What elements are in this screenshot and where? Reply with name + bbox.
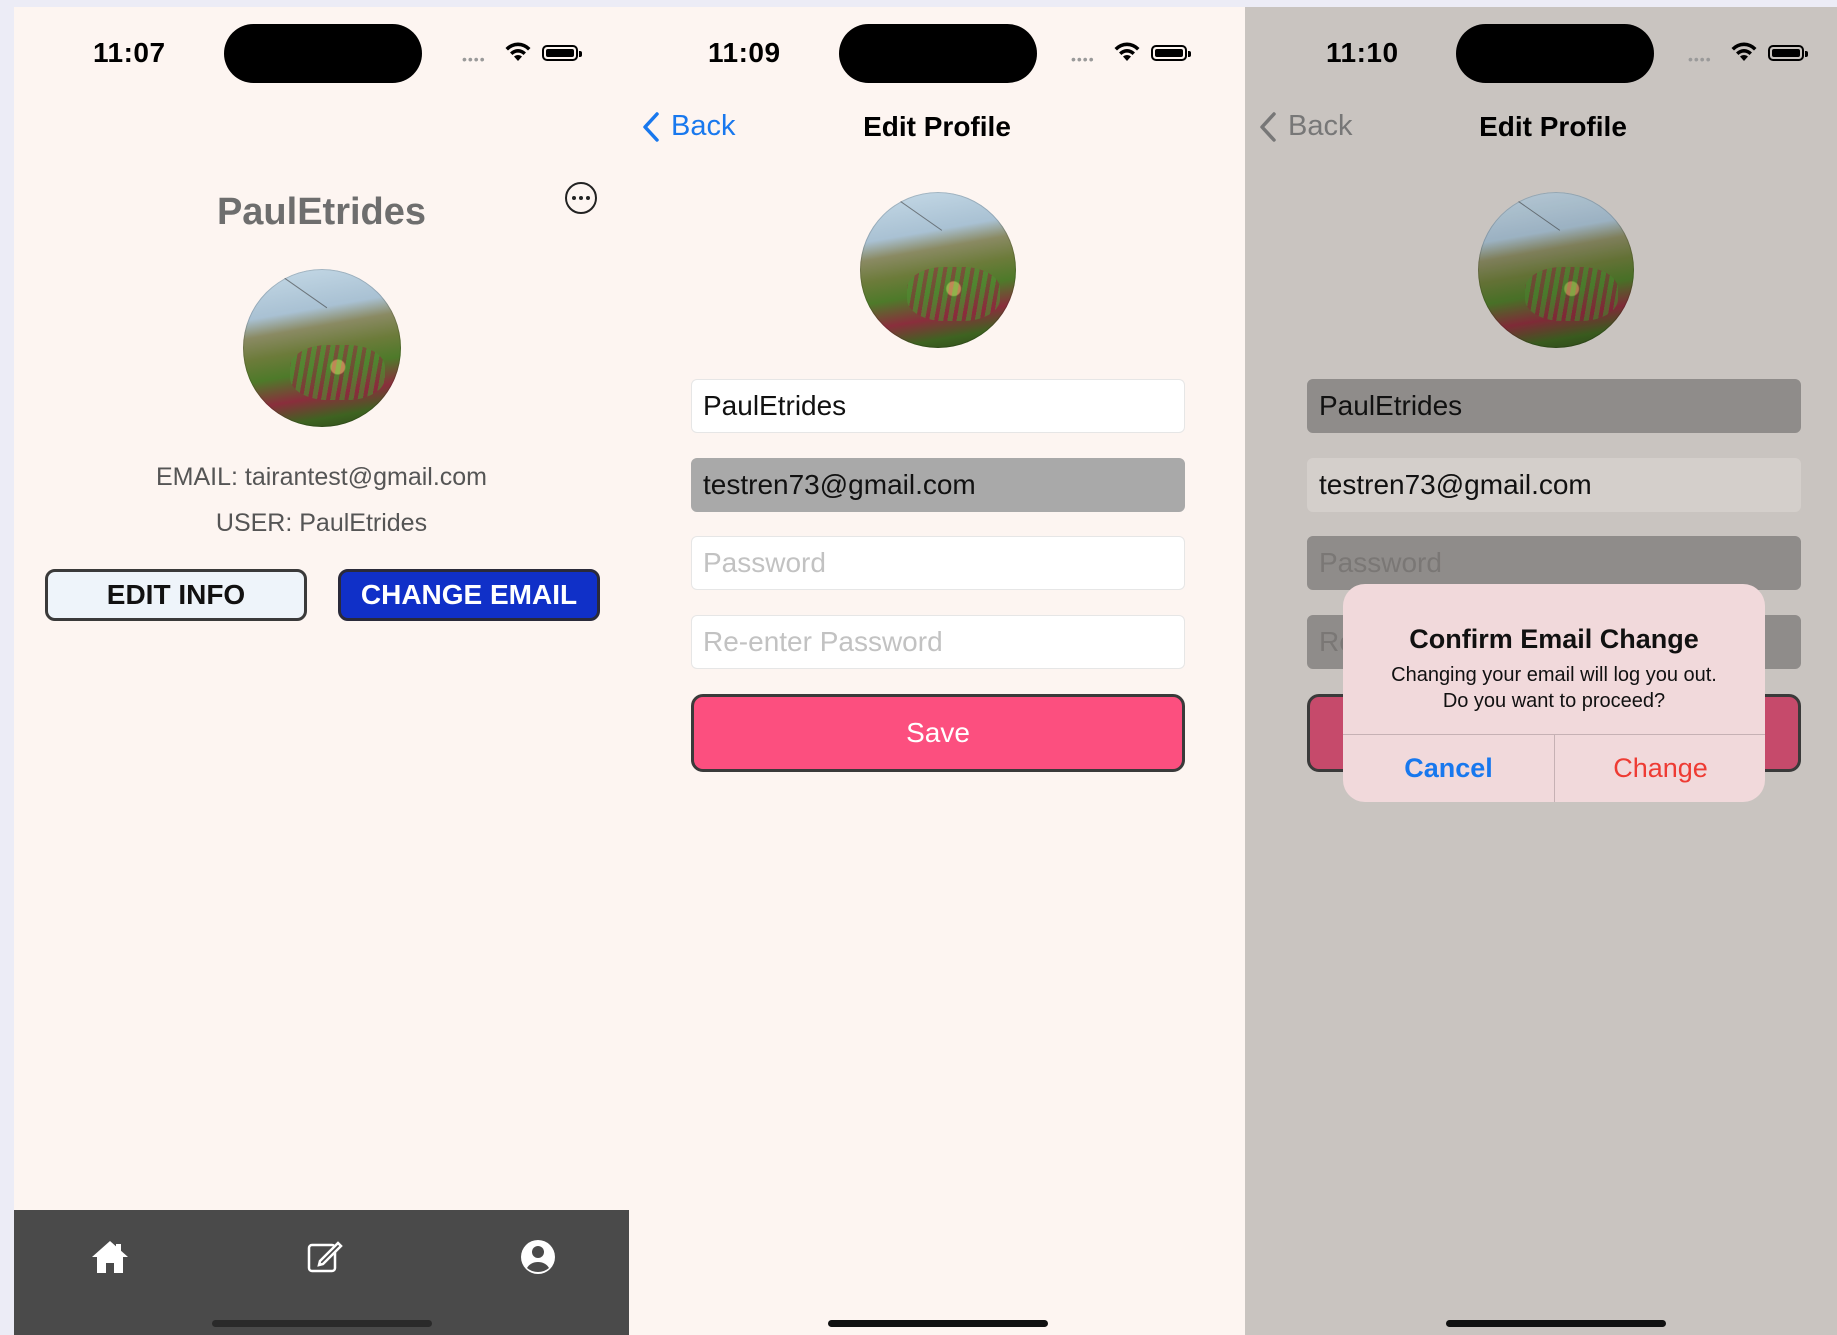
status-icons: •••• bbox=[1688, 42, 1818, 67]
profile-icon bbox=[521, 1240, 555, 1274]
username-field[interactable]: PaulEtrides bbox=[1307, 379, 1801, 433]
reenter-password-field[interactable]: Re-enter Password bbox=[691, 615, 1185, 669]
compose-icon bbox=[307, 1241, 343, 1273]
username-field[interactable]: PaulEtrides bbox=[691, 379, 1185, 433]
tab-profile[interactable] bbox=[516, 1235, 560, 1279]
dialog-title: Confirm Email Change bbox=[1409, 624, 1699, 654]
home-indicator bbox=[212, 1320, 432, 1327]
password-field[interactable]: Password bbox=[691, 536, 1185, 590]
status-icons: •••• bbox=[1071, 42, 1201, 67]
wifi-icon bbox=[505, 42, 531, 61]
status-time: 11:10 bbox=[1326, 37, 1399, 68]
status-time: 11:07 bbox=[93, 37, 166, 68]
avatar bbox=[1478, 192, 1634, 348]
change-email-button[interactable]: CHANGE EMAIL bbox=[338, 569, 600, 621]
battery-icon bbox=[1151, 45, 1191, 61]
page-title: Edit Profile bbox=[863, 111, 1011, 142]
avatar bbox=[860, 192, 1016, 348]
email-info: EMAIL: tairantest@gmail.com bbox=[155, 463, 488, 491]
edit-info-button[interactable]: EDIT INFO bbox=[45, 569, 307, 621]
wifi-icon bbox=[1731, 42, 1757, 61]
tab-bar bbox=[14, 1210, 629, 1335]
dynamic-island bbox=[224, 24, 422, 83]
signal-icon: •••• bbox=[1688, 51, 1712, 67]
home-indicator bbox=[1446, 1320, 1666, 1327]
status-icons: •••• bbox=[462, 42, 592, 67]
profile-screen: 11:07 •••• PaulEtrides EMAIL: tairantest… bbox=[14, 7, 629, 1335]
save-button[interactable]: Save bbox=[691, 694, 1185, 772]
signal-icon: •••• bbox=[462, 51, 486, 67]
home-indicator bbox=[828, 1320, 1048, 1327]
tab-home[interactable] bbox=[88, 1235, 132, 1279]
home-icon bbox=[92, 1241, 128, 1273]
confirm-dialog: Confirm Email Change Changing your email… bbox=[1343, 584, 1765, 802]
more-options-button[interactable] bbox=[565, 182, 597, 214]
profile-username: PaulEtrides bbox=[216, 191, 427, 233]
dialog-message: Changing your email will log you out. Do… bbox=[1343, 662, 1765, 714]
dynamic-island bbox=[1456, 24, 1654, 83]
dialog-message-line-2: Do you want to proceed? bbox=[1442, 690, 1666, 712]
email-field[interactable]: testren73@gmail.com bbox=[691, 458, 1185, 512]
dialog-change-button[interactable]: Change bbox=[1555, 734, 1765, 802]
tab-compose[interactable] bbox=[302, 1235, 346, 1279]
signal-icon: •••• bbox=[1071, 51, 1095, 67]
dynamic-island bbox=[839, 24, 1037, 83]
battery-icon bbox=[542, 45, 582, 61]
page-title: Edit Profile bbox=[1479, 111, 1627, 142]
email-field[interactable]: testren73@gmail.com bbox=[1307, 458, 1801, 512]
battery-icon bbox=[1768, 45, 1808, 61]
status-time: 11:09 bbox=[708, 37, 781, 68]
wifi-icon bbox=[1114, 42, 1140, 61]
password-field[interactable]: Password bbox=[1307, 536, 1801, 590]
edit-profile-screen: 11:09 •••• Back Edit Profile PaulEtrides… bbox=[629, 7, 1245, 1335]
avatar bbox=[243, 269, 401, 427]
user-info: USER: PaulEtrides bbox=[215, 509, 428, 537]
dialog-cancel-button[interactable]: Cancel bbox=[1343, 734, 1554, 802]
confirm-email-screen: 11:10 •••• Back Edit Profile PaulEtrides… bbox=[1245, 7, 1837, 1335]
dialog-message-line-1: Changing your email will log you out. bbox=[1391, 664, 1717, 686]
